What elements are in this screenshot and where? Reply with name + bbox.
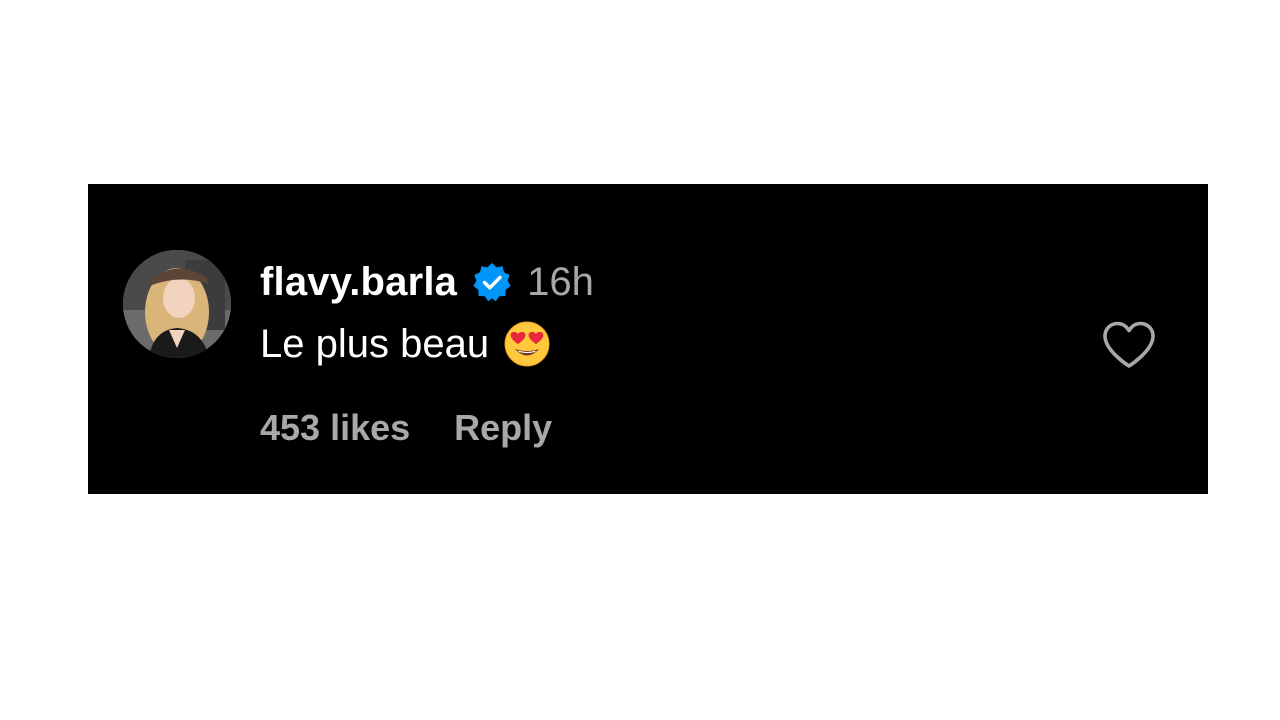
- comment-card: flavy.barla 16h Le plus beau 453 likes R…: [88, 184, 1208, 494]
- comment-footer: 453 likes Reply: [260, 406, 552, 450]
- verified-badge-icon: [471, 261, 513, 303]
- username[interactable]: flavy.barla: [260, 260, 457, 305]
- reply-button[interactable]: Reply: [454, 407, 552, 449]
- likes-count[interactable]: 453 likes: [260, 407, 410, 449]
- avatar-photo: [123, 250, 231, 358]
- comment-body: Le plus beau: [260, 320, 551, 368]
- comment-header: flavy.barla 16h: [260, 258, 594, 306]
- like-button[interactable]: [1101, 320, 1157, 370]
- avatar[interactable]: [123, 250, 231, 358]
- heart-eyes-emoji-icon: [503, 320, 551, 368]
- heart-outline-icon: [1103, 321, 1155, 368]
- timestamp: 16h: [527, 259, 594, 304]
- comment-text: Le plus beau: [260, 321, 490, 366]
